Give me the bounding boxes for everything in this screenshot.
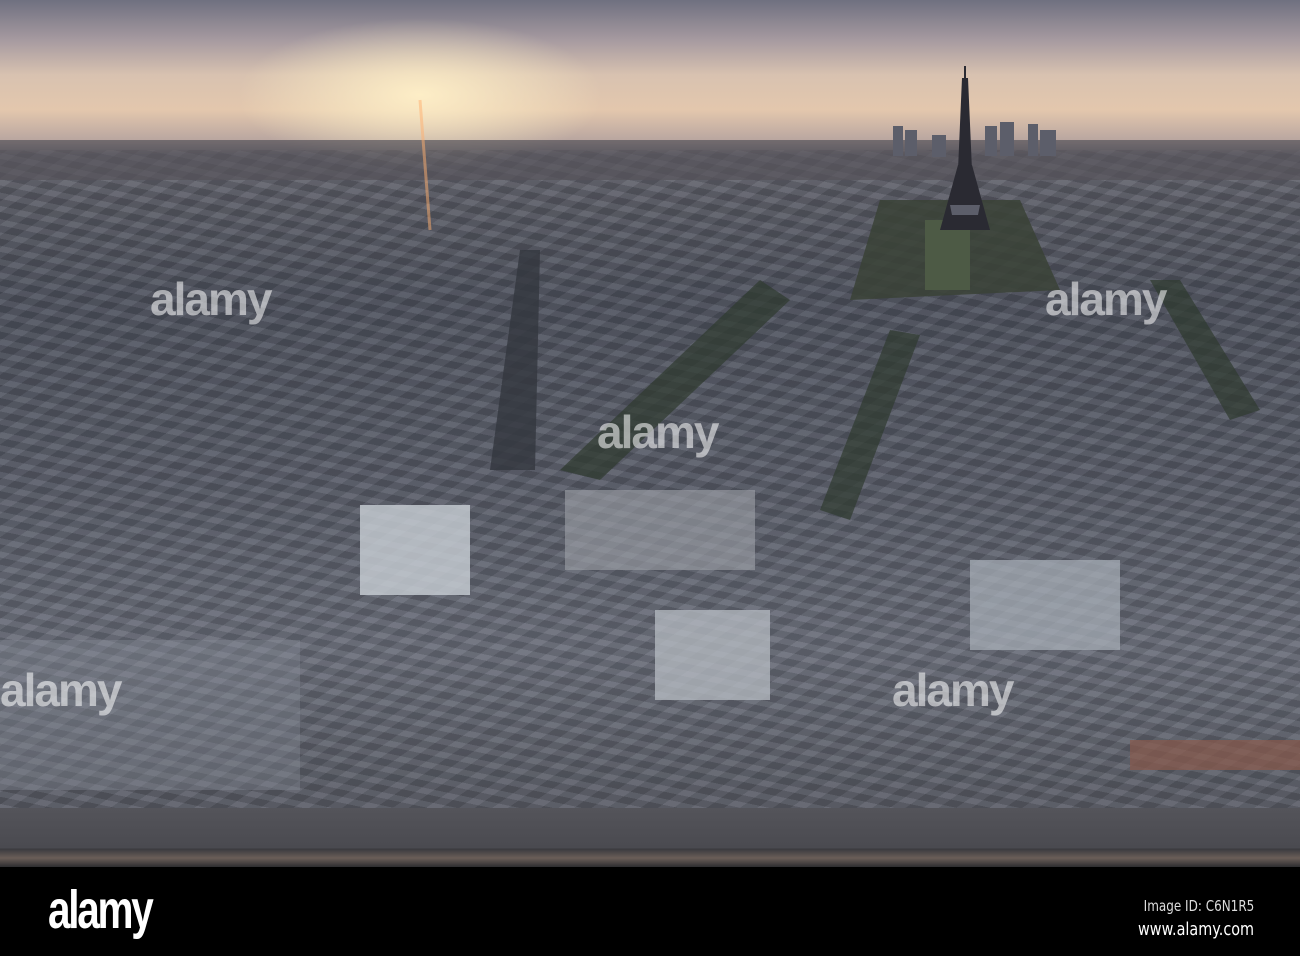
image-id: Image ID: C6N1R5 [1143,897,1254,915]
avenue-trees [820,330,920,520]
building [655,610,770,700]
watermark: alamy [597,406,719,458]
paris-sunset-photo: alamy alamy alamy alamy alamy [0,0,1300,867]
observation-ledge [0,808,1300,867]
horizon-hills [0,140,1300,180]
site-url: www.alamy.com [1137,919,1254,940]
watermark: alamy [0,664,122,716]
avenue-trees [1150,280,1260,420]
watermark: alamy [150,273,272,325]
watermark: alamy [1045,273,1167,325]
building [360,505,470,595]
alamy-logo: alamy [48,880,154,940]
building [565,490,755,570]
watermark: alamy [892,664,1014,716]
footer-bar: alamy Image ID: C6N1R5 www.alamy.com [0,867,1300,956]
stock-photo: alamy alamy alamy alamy alamy alamy Imag… [0,0,1300,956]
avenue-left [490,250,540,470]
building [970,560,1120,650]
red-roofs [1130,740,1300,770]
champ-de-mars-lawn [925,220,970,290]
